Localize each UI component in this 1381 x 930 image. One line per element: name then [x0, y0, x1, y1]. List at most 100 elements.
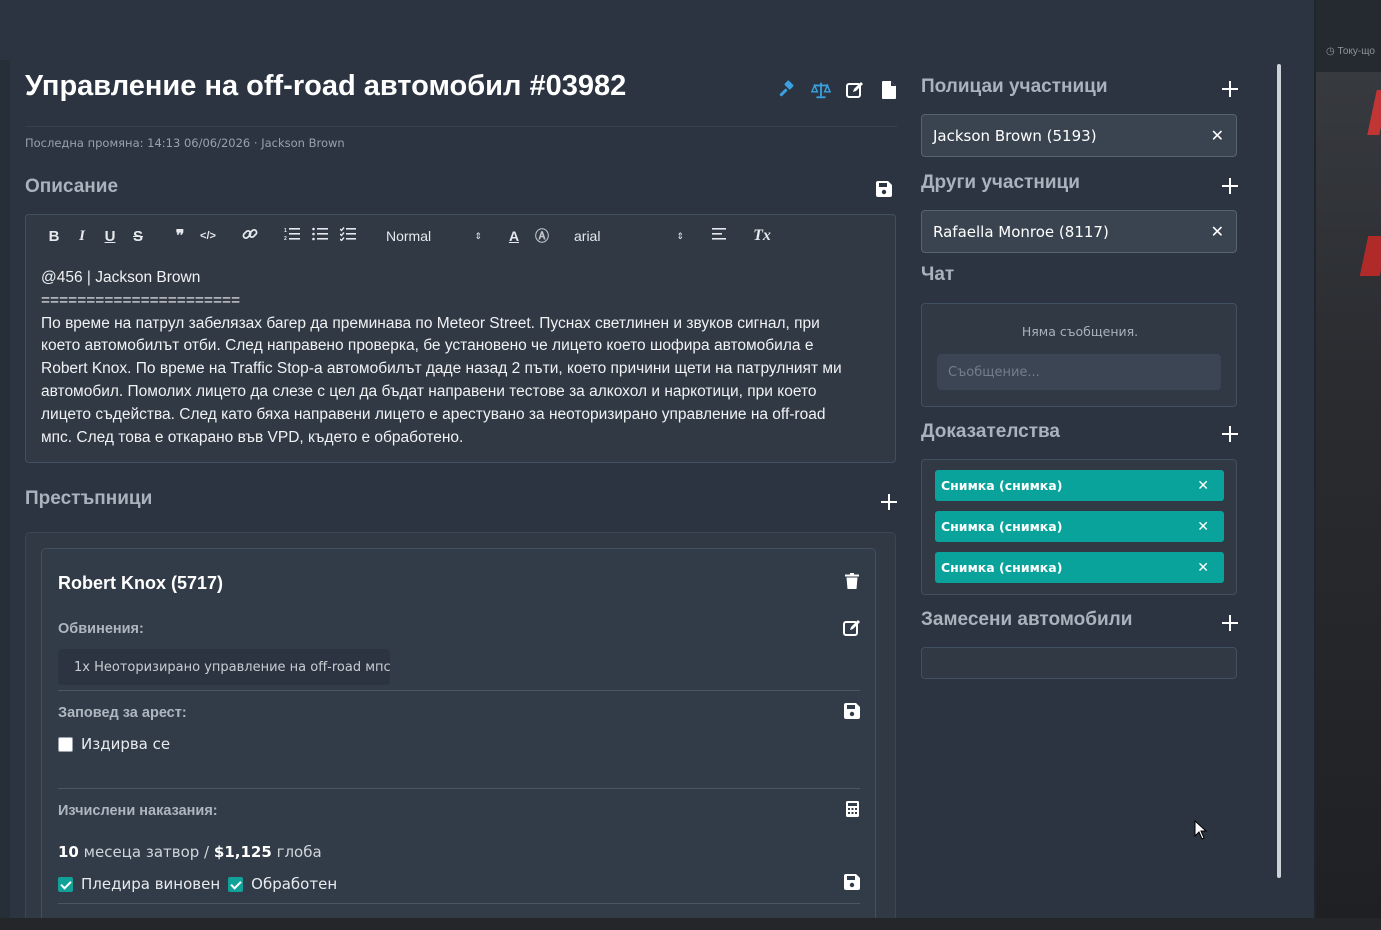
remove-icon[interactable]: ✕	[1211, 126, 1224, 145]
quote-button[interactable]: ❞	[166, 226, 194, 246]
editor-line: което автомобилът отби. След направено п…	[41, 337, 814, 355]
description-editor[interactable]: B I U S ❞ </> 12 Normal ⇕ A Ⓐ arial ⇕ Tx…	[25, 214, 896, 463]
editor-content[interactable]: @456 | Jackson Brown ===================…	[41, 267, 886, 449]
editor-line: @456 | Jackson Brown	[41, 269, 201, 286]
balance-scale-icon[interactable]	[811, 80, 831, 100]
wanted-checkbox[interactable]	[58, 736, 73, 752]
officer-name: Jackson Brown (5193)	[933, 126, 1097, 145]
save-status-icon[interactable]	[842, 872, 862, 892]
text-color-icon[interactable]: A	[500, 228, 528, 244]
file-icon[interactable]	[879, 80, 899, 100]
italic-button[interactable]: I	[68, 228, 96, 245]
penalty-fine: $1,125	[213, 843, 272, 861]
add-other-icon[interactable]	[1221, 177, 1239, 195]
divider	[58, 903, 860, 904]
chat-heading: Чат	[921, 264, 955, 285]
background-topbar	[1316, 0, 1381, 72]
save-description-icon[interactable]	[874, 179, 894, 199]
editor-line: Robert Knox. По време на Traffic Stop-а …	[41, 360, 842, 378]
processed-label: Обработен	[251, 875, 338, 893]
criminals-heading: Престъпници	[25, 488, 153, 509]
add-criminal-icon[interactable]	[879, 492, 899, 512]
criminals-list: Robert Knox (5717) Обвинения: 1x Неотори…	[25, 532, 896, 918]
charges-label: Обвинения:	[58, 621, 144, 637]
penalty-fine-text: глоба	[276, 843, 322, 861]
evidence-item[interactable]: Снимка (снимка) ✕	[935, 552, 1224, 583]
align-icon[interactable]	[706, 227, 734, 245]
pleaded-guilty-label: Пледира виновен	[81, 875, 221, 893]
ordered-list-icon[interactable]: 12	[278, 227, 306, 245]
size-select[interactable]: Normal ⇕	[386, 228, 482, 244]
remove-icon[interactable]: ✕	[1211, 222, 1224, 241]
editor-line: ======================	[41, 291, 241, 309]
chat-box: Няма съобщения. Съобщение...	[921, 303, 1237, 407]
evidence-item[interactable]: Снимка (снимка) ✕	[935, 470, 1224, 501]
other-participant-chip: Rafaella Monroe (8117) ✕	[921, 210, 1237, 253]
page-title: Управление на off-road автомобил #03982	[25, 70, 627, 102]
officers-heading: Полицаи участници	[921, 76, 1108, 97]
editor-line: мпс. След това е откарано във VPD, къдет…	[41, 428, 464, 446]
penalty-summary: 10 месеца затвор / $1,125 глоба	[58, 843, 322, 861]
edit-charges-icon[interactable]	[842, 618, 862, 638]
trash-icon[interactable]	[842, 571, 862, 591]
bold-button[interactable]: B	[40, 228, 68, 245]
last-modified: Последна промяна: 14:13 06/06/2026 · Jac…	[25, 136, 345, 150]
add-vehicle-icon[interactable]	[1221, 614, 1239, 632]
penalty-months: 10	[58, 843, 79, 861]
underline-button[interactable]: U	[96, 228, 124, 245]
window-left-edge	[0, 60, 10, 918]
clock-text: Току-що	[1337, 46, 1375, 57]
calculator-icon[interactable]	[842, 799, 862, 819]
vehicles-box	[921, 647, 1237, 679]
others-heading: Други участници	[921, 172, 1080, 193]
evidence-heading: Доказателства	[921, 421, 1061, 442]
scrollbar[interactable]	[1277, 64, 1281, 878]
penalties-label: Изчислени наказания:	[58, 803, 218, 819]
wanted-label: Издирва се	[81, 735, 171, 753]
chat-input[interactable]: Съобщение...	[937, 354, 1221, 390]
clear-format-icon[interactable]: Tx	[748, 227, 776, 245]
editor-line: По време на патрул забелязах багер да пр…	[41, 314, 820, 332]
add-officer-icon[interactable]	[1221, 80, 1239, 98]
size-select-value: Normal	[386, 228, 432, 244]
font-select[interactable]: arial ⇕	[574, 228, 684, 244]
report-window: Управление на off-road автомобил #03982 …	[0, 0, 1316, 918]
background-red-shape	[1367, 90, 1381, 135]
processed-checkbox[interactable]	[228, 876, 244, 892]
mouse-cursor-icon	[1194, 819, 1208, 844]
save-warrant-icon[interactable]	[842, 701, 862, 721]
evidence-label: Снимка (снимка)	[941, 478, 1063, 493]
criminal-card: Robert Knox (5717) Обвинения: 1x Неотори…	[41, 548, 876, 918]
editor-toolbar: B I U S ❞ </> 12 Normal ⇕ A Ⓐ arial ⇕ Tx	[26, 215, 895, 257]
bullet-list-icon[interactable]	[306, 227, 334, 245]
select-caret-icon: ⇕	[474, 230, 482, 241]
remove-icon[interactable]: ✕	[1197, 478, 1209, 494]
background-game-scene: ◷ Току-що	[1316, 0, 1381, 930]
edit-icon[interactable]	[845, 80, 865, 100]
title-divider	[25, 126, 897, 127]
background-bottom-strip	[0, 918, 1381, 930]
gavel-icon[interactable]	[777, 80, 797, 100]
add-evidence-icon[interactable]	[1221, 425, 1239, 443]
checklist-icon[interactable]	[334, 227, 362, 245]
font-select-value: arial	[574, 228, 601, 244]
remove-icon[interactable]: ✕	[1197, 560, 1209, 576]
strike-button[interactable]: S	[124, 228, 152, 245]
wanted-checkbox-row[interactable]: Издирва се	[58, 735, 170, 753]
vehicles-heading: Замесени автомобили	[921, 609, 1133, 630]
evidence-box: Снимка (снимка) ✕ Снимка (снимка) ✕ Сним…	[921, 459, 1237, 595]
criminal-name: Robert Knox (5717)	[58, 573, 224, 593]
code-button[interactable]: </>	[194, 230, 222, 242]
title-actions	[777, 80, 899, 100]
background-color-icon[interactable]: Ⓐ	[528, 226, 556, 246]
background-red-shape	[1359, 236, 1381, 276]
evidence-item[interactable]: Снимка (снимка) ✕	[935, 511, 1224, 542]
remove-icon[interactable]: ✕	[1197, 519, 1209, 535]
divider	[58, 788, 860, 789]
link-icon[interactable]	[236, 226, 264, 246]
participant-name: Rafaella Monroe (8117)	[933, 222, 1109, 241]
status-checkbox-row: Пледира виновен Обработен	[58, 875, 337, 893]
pleaded-guilty-checkbox[interactable]	[58, 876, 73, 892]
svg-text:2: 2	[284, 236, 287, 241]
editor-line: автомобил. Помолих лицето да слезе с цел…	[41, 382, 817, 400]
